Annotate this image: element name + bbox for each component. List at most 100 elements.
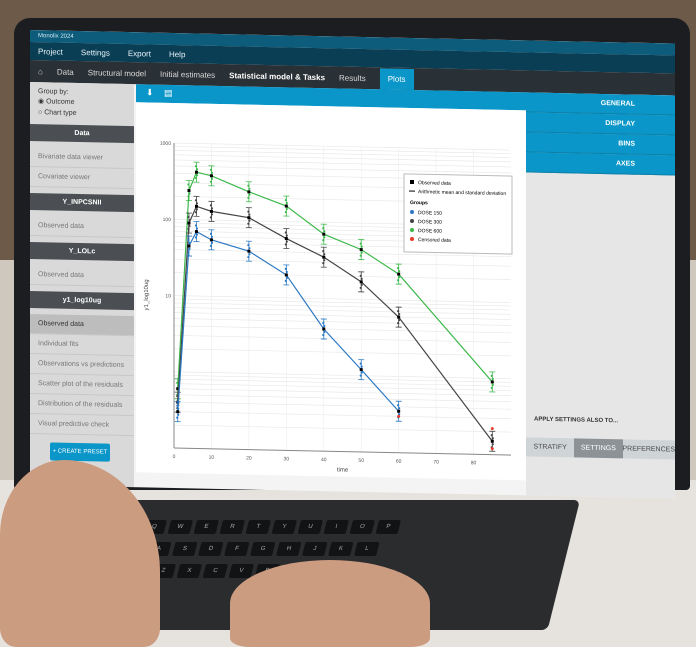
mean-point xyxy=(187,189,191,193)
item-covariate[interactable]: Covariate viewer xyxy=(30,167,134,190)
mean-point xyxy=(322,255,326,259)
mean-point xyxy=(194,170,198,174)
mean-point xyxy=(397,315,401,319)
tab-plots[interactable]: Plots xyxy=(379,67,414,90)
tab-statistical-model[interactable]: Statistical model & Tasks xyxy=(229,71,325,82)
item-observed-3[interactable]: Observed data xyxy=(30,314,134,337)
grid-line-y xyxy=(174,272,511,280)
tab-settings[interactable]: SETTINGS xyxy=(574,438,623,459)
menu-settings[interactable]: Settings xyxy=(81,48,110,58)
tab-structural-model[interactable]: Structural model xyxy=(88,68,146,78)
legend-groups-title: Groups xyxy=(410,200,428,206)
grid-line-y xyxy=(174,374,511,383)
mean-point xyxy=(397,409,401,413)
item-individual-fits[interactable]: Individual fits xyxy=(30,334,134,357)
app-window: Monolix 2024 Project Settings Export Hel… xyxy=(30,30,675,499)
grid-line-y xyxy=(174,378,511,387)
mean-point xyxy=(187,221,191,225)
file-icon[interactable]: ▤ xyxy=(164,88,173,99)
item-distribution-residuals[interactable]: Distribution of the residuals xyxy=(30,394,134,417)
plot-legend: Observed data Arithmetic mean and standa… xyxy=(403,173,513,255)
item-obs-vs-pred[interactable]: Observations vs predictions xyxy=(30,354,134,377)
key-o[interactable]: O xyxy=(349,520,376,534)
group-by-label: Group by: xyxy=(38,88,69,96)
mean-point xyxy=(284,204,288,208)
grid-line-y xyxy=(174,318,511,326)
home-icon[interactable]: ⌂ xyxy=(38,67,43,76)
mean-point xyxy=(187,244,191,248)
bottom-tabs: STRATIFY SETTINGS PREFERENCES xyxy=(526,437,675,460)
key-w[interactable]: W xyxy=(167,520,194,534)
mean-point xyxy=(359,280,363,284)
legend-dose600-label: DOSE 600 xyxy=(418,228,442,235)
menu-export[interactable]: Export xyxy=(128,49,151,58)
x-tick-label: 70 xyxy=(433,459,439,465)
download-icon[interactable]: ⬇ xyxy=(146,87,154,98)
menu-help[interactable]: Help xyxy=(169,49,185,58)
key-g[interactable]: G xyxy=(250,542,276,556)
grid-line-y xyxy=(174,258,511,267)
tab-initial-estimates[interactable]: Initial estimates xyxy=(160,69,215,79)
key-e[interactable]: E xyxy=(193,520,220,534)
item-bivariate[interactable]: Bivariate data viewer xyxy=(30,147,134,170)
radio-chart-type-label: Chart type xyxy=(44,109,77,117)
grid-line-y xyxy=(174,411,511,419)
observed-data-plot: 0 10 20 30 40 50 60 70 80 1000 100 10 time y1_log10ug… xyxy=(136,102,526,481)
y-tick-label: 100 xyxy=(163,217,172,223)
key-k[interactable]: K xyxy=(328,542,354,556)
create-preset-button[interactable]: + CREATE PRESET xyxy=(50,442,110,462)
item-scatter-residuals[interactable]: Scatter plot of the residuals xyxy=(30,374,134,397)
key-x[interactable]: X xyxy=(176,564,203,578)
radio-chart-type[interactable]: ○ Chart type xyxy=(30,107,134,120)
key-y[interactable]: Y xyxy=(271,520,298,534)
menu-project[interactable]: Project xyxy=(38,47,63,57)
mean-point xyxy=(247,190,251,194)
item-observed-2[interactable]: Observed data xyxy=(30,265,134,288)
mean-point xyxy=(490,439,494,443)
radio-outcome-label: Outcome xyxy=(46,98,75,106)
key-d[interactable]: D xyxy=(198,542,224,556)
settings-axes-button[interactable]: AXES xyxy=(526,152,675,176)
mean-point xyxy=(209,174,213,178)
x-axis-line xyxy=(174,447,511,456)
mean-point xyxy=(209,238,213,242)
key-j[interactable]: J xyxy=(302,542,328,556)
section-head-inpcsnii: Y_INPCSNII xyxy=(30,193,134,213)
grid-line-y xyxy=(174,424,511,433)
apply-settings-label: APPLY SETTINGS ALSO TO... xyxy=(534,416,619,425)
x-tick-label: 0 xyxy=(173,454,176,460)
key-f[interactable]: F xyxy=(224,542,250,556)
key-c[interactable]: C xyxy=(202,564,229,578)
tab-results[interactable]: Results xyxy=(339,73,366,83)
grid-line-y xyxy=(174,302,511,311)
mean-point xyxy=(247,216,251,220)
x-tick-label: 30 xyxy=(284,456,290,462)
key-t[interactable]: T xyxy=(245,520,272,534)
key-u[interactable]: U xyxy=(297,520,324,534)
tab-data[interactable]: Data xyxy=(57,67,74,76)
grid-line-y xyxy=(174,150,511,158)
item-observed-1[interactable]: Observed data xyxy=(30,216,134,239)
key-r[interactable]: R xyxy=(219,520,246,534)
grid-line-y xyxy=(174,295,511,303)
key-i[interactable]: I xyxy=(323,520,350,534)
tab-preferences[interactable]: PREFERENCES xyxy=(622,439,675,460)
item-vpc[interactable]: Visual predictive check xyxy=(30,414,134,437)
censored-point xyxy=(490,447,494,451)
tab-stratify[interactable]: STRATIFY xyxy=(526,437,575,458)
key-h[interactable]: H xyxy=(276,542,302,556)
y-tick-label: 1000 xyxy=(160,141,171,147)
section-head-y1: y1_log10ug xyxy=(30,291,134,311)
mean-point xyxy=(322,232,326,236)
grid-line-y xyxy=(174,401,511,410)
key-p[interactable]: P xyxy=(375,520,402,534)
legend-dose150-label: DOSE 150 xyxy=(418,210,442,217)
legend-observed-label: Observed data xyxy=(418,180,451,187)
key-s[interactable]: S xyxy=(172,542,198,556)
mean-point xyxy=(284,237,288,241)
x-tick-label: 20 xyxy=(246,456,252,462)
grid-line-y xyxy=(174,142,511,151)
section-head-data: Data xyxy=(30,124,134,144)
key-l[interactable]: L xyxy=(354,542,380,556)
mean-point xyxy=(359,368,363,372)
